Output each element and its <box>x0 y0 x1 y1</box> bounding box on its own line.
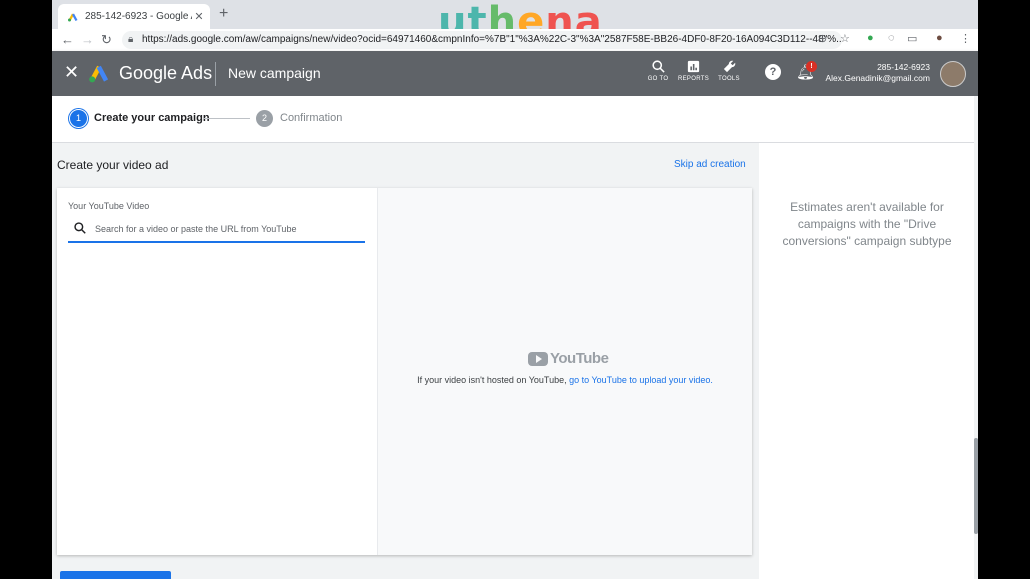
youtube-upload-message: If your video isn't hosted on YouTube, g… <box>378 375 752 385</box>
estimates-panel: Estimates aren't available for campaigns… <box>759 143 974 579</box>
tab-strip: 285-142-6923 - Google Ads ✕ + uthena <box>52 0 978 42</box>
notification-badge: ! <box>806 61 817 72</box>
continue-button[interactable] <box>60 571 171 579</box>
url-field[interactable]: 🔒︎ https://ads.google.com/aw/campaigns/ne… <box>122 31 842 49</box>
youtube-play-icon <box>528 351 548 366</box>
browser-menu-icon[interactable]: ⋮ <box>960 32 971 45</box>
header-divider <box>215 62 216 86</box>
extension-drop-icon[interactable]: ◌ <box>888 32 895 44</box>
video-preview-pane: YouTube If your video isn't hosted on Yo… <box>378 188 752 555</box>
help-icon[interactable]: ? <box>765 64 781 80</box>
goto-label: GO TO <box>647 76 669 82</box>
youtube-logo: YouTube <box>528 350 609 367</box>
forward-icon[interactable]: → <box>81 32 94 47</box>
video-search-input[interactable] <box>95 221 360 237</box>
page-scrollbar[interactable] <box>974 96 978 579</box>
scrollbar-thumb[interactable] <box>974 438 978 534</box>
search-icon <box>74 222 86 234</box>
wrench-icon <box>723 60 735 73</box>
account-email: Alex.Genadinik@gmail.com <box>825 73 930 83</box>
upload-to-youtube-link[interactable]: go to YouTube to upload your video. <box>569 375 713 385</box>
step-2-number: 2 <box>256 110 273 127</box>
browser-tab[interactable]: 285-142-6923 - Google Ads ✕ <box>58 4 210 29</box>
estimates-message: Estimates aren't available for campaigns… <box>782 200 952 248</box>
close-campaign-icon[interactable]: ✕ <box>64 62 79 83</box>
skip-ad-creation-link[interactable]: Skip ad creation <box>674 159 746 170</box>
reports-chart-icon <box>687 60 699 73</box>
new-tab-icon[interactable]: + <box>219 5 228 23</box>
step-2-label[interactable]: Confirmation <box>280 112 342 124</box>
tab-title: 285-142-6923 - Google Ads <box>85 11 192 22</box>
video-ad-card: Your YouTube Video YouTube If your video… <box>57 188 752 555</box>
step-connector <box>203 118 250 119</box>
account-info[interactable]: 285-142-6923 Alex.Genadinik@gmail.com <box>825 62 930 84</box>
tab-close-icon[interactable]: ✕ <box>192 10 206 23</box>
step-1-number: 1 <box>70 110 87 127</box>
address-bar: ← → ↻ 🔒︎ https://ads.google.com/aw/campai… <box>52 29 978 52</box>
youtube-wordmark: YouTube <box>550 350 609 367</box>
main-content: Create your video ad Skip ad creation Yo… <box>52 143 974 579</box>
google-ads-logo-icon <box>89 65 109 83</box>
avatar[interactable] <box>940 61 966 87</box>
profile-icon[interactable]: ● <box>936 32 943 44</box>
google-ads-favicon-icon <box>68 13 78 21</box>
brand-name: Google Ads <box>119 63 213 83</box>
reports-label: REPORTS <box>678 76 709 82</box>
zoom-icon[interactable]: ⊕ <box>818 32 827 45</box>
ads-header: ✕ Google Ads New campaign GO TO REPORTS <box>52 51 978 96</box>
url-text: https://ads.google.com/aw/campaigns/new/… <box>142 34 842 45</box>
extension-cast-icon[interactable]: ▭ <box>907 32 917 45</box>
browser-window: 285-142-6923 - Google Ads ✕ + uthena ← →… <box>52 0 978 579</box>
video-search-field[interactable] <box>68 219 365 243</box>
reports-button[interactable]: REPORTS <box>678 59 709 82</box>
extension-green-icon[interactable]: ● <box>867 32 874 44</box>
tools-label: TOOLS <box>718 76 740 82</box>
goto-button[interactable]: GO TO <box>643 59 673 82</box>
upload-message-text: If your video isn't hosted on YouTube, <box>417 375 570 385</box>
search-icon <box>651 60 665 73</box>
video-select-pane: Your YouTube Video <box>57 188 378 555</box>
youtube-video-label: Your YouTube Video <box>68 201 150 211</box>
account-id: 285-142-6923 <box>877 62 930 72</box>
page-title: New campaign <box>228 65 321 81</box>
reload-icon[interactable]: ↻ <box>101 32 112 48</box>
campaign-stepper: 1 Create your campaign 2 Confirmation <box>52 96 974 143</box>
tools-button[interactable]: TOOLS <box>714 59 744 82</box>
bookmark-star-icon[interactable]: ☆ <box>840 32 850 45</box>
section-title: Create your video ad <box>57 158 169 172</box>
back-icon[interactable]: ← <box>61 32 74 47</box>
step-1-label[interactable]: Create your campaign <box>94 112 210 124</box>
lock-icon: 🔒︎ <box>128 34 134 45</box>
